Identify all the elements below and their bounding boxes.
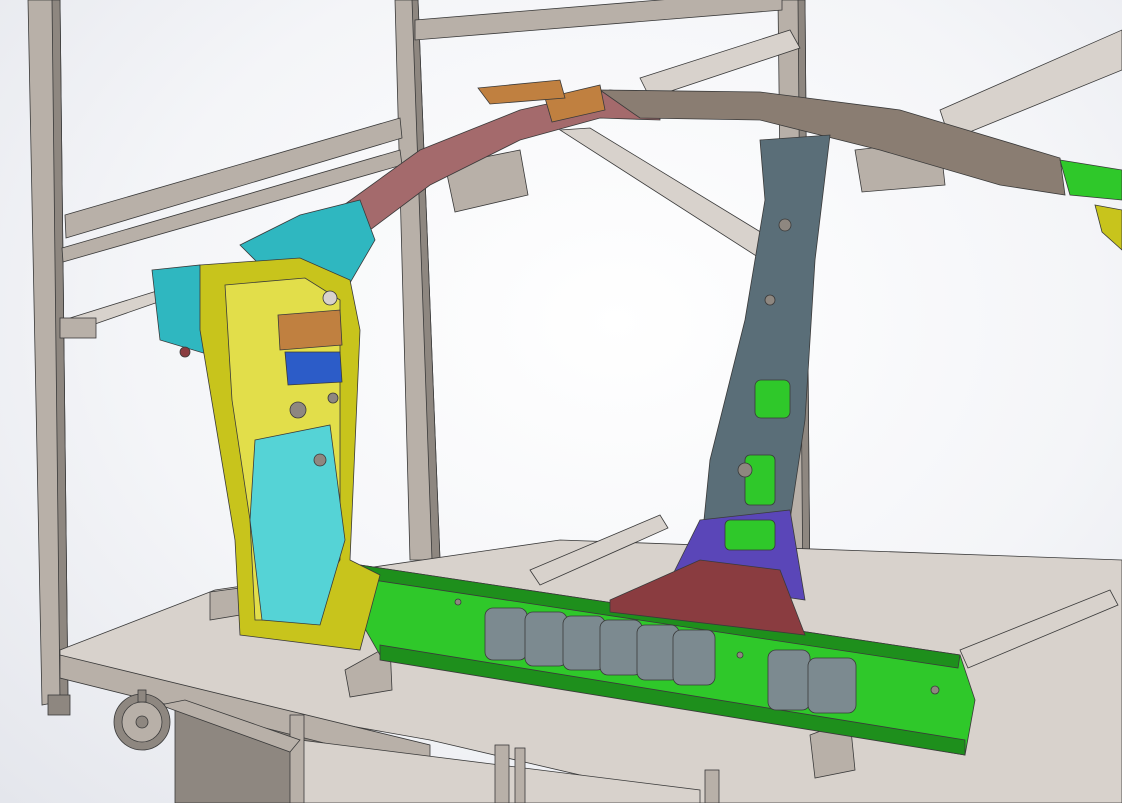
roof-support-comb-top <box>639 29 801 99</box>
b-pillar-green-patch-1 <box>754 379 791 419</box>
platform-leg-3 <box>514 747 526 803</box>
b-pillar-green-patch-2 <box>744 454 776 506</box>
roof-rail-end-green <box>1059 159 1122 201</box>
platform-leg-1 <box>289 714 305 803</box>
frame-diagonal-brace <box>558 127 791 269</box>
frame-post-left-foot <box>47 694 71 716</box>
b-pillar-green-patch-3 <box>724 519 776 551</box>
platform-leg-4 <box>704 769 720 803</box>
frame-rod-clamp <box>59 317 97 339</box>
floor-block-left <box>209 587 241 621</box>
a-pillar-orange-bracket <box>277 309 343 351</box>
frame-beam-top-right <box>414 0 783 41</box>
a-pillar <box>151 199 381 651</box>
platform-leg-2 <box>494 744 510 803</box>
cad-viewport[interactable] <box>0 0 1122 803</box>
roof-rail-end-yellow <box>1094 204 1122 251</box>
a-pillar-blue-bracket <box>284 351 343 386</box>
cad-model-render <box>27 0 1122 803</box>
roof-support-comb-right <box>939 29 1122 141</box>
